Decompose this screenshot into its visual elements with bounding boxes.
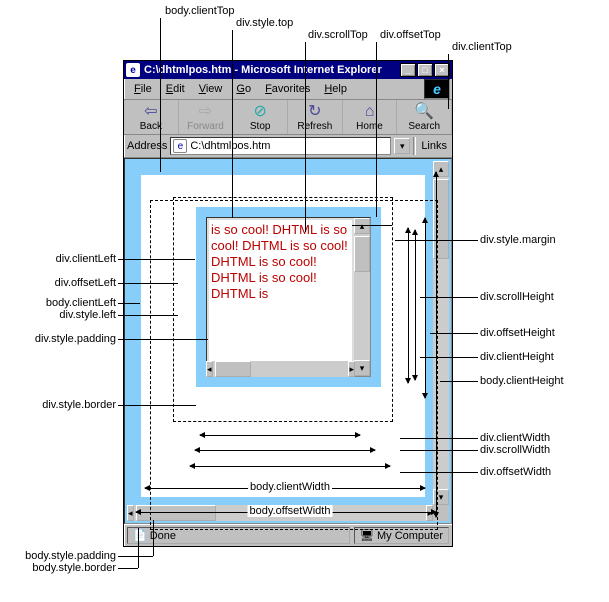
label-body-style-padding: body.style.padding [0, 550, 116, 562]
label-div-offsetWidth: div.offsetWidth [480, 466, 551, 478]
ie-logo-icon: e [424, 79, 450, 99]
label-div-offsetHeight: div.offsetHeight [480, 327, 555, 339]
label-div-style-margin: div.style.margin [480, 234, 556, 246]
dim-div-clientWidth [200, 435, 360, 436]
page-icon: e [173, 139, 187, 153]
status-done: 📄 Done [127, 527, 350, 544]
dim-div-scrollHeight [415, 230, 416, 380]
label-div-style-left: div.style.left [31, 309, 116, 321]
menu-view[interactable]: View [193, 82, 229, 96]
computer-icon: 🖥 [360, 529, 374, 542]
divider [413, 137, 416, 155]
scroll-right-icon[interactable]: ▸ [348, 361, 355, 377]
div-client-box: is so cool! DHTML is so cool! DHTML is s… [206, 217, 371, 377]
status-zone: 🖥 My Computer [354, 527, 449, 544]
menu-go[interactable]: Go [230, 82, 257, 96]
label-div-clientWidth: div.clientWidth [480, 432, 550, 444]
address-value: C:\dhtmlpos.htm [190, 140, 270, 152]
menu-help[interactable]: Help [318, 82, 353, 96]
dim-body-clientHeight [436, 172, 437, 517]
toolbar: ⇦Back ⇨Forward ⊘Stop ↻Refresh ⌂Home 🔍Sea… [124, 100, 452, 135]
dim-div-clientHeight [408, 228, 409, 383]
label-div-scrollTop: div.scrollTop [308, 29, 368, 41]
scroll-thumb[interactable] [354, 236, 370, 272]
menu-file[interactable]: File [128, 82, 158, 96]
label-div-clientLeft: div.clientLeft [31, 253, 116, 265]
label-body-style-border: body.style.border [0, 562, 116, 574]
label-div-offsetLeft: div.offsetLeft [31, 277, 116, 289]
div-content: is so cool! DHTML is so cool! DHTML is s… [209, 220, 352, 374]
address-label: Address [127, 140, 167, 152]
label-div-scrollWidth: div.scrollWidth [480, 444, 550, 456]
home-button[interactable]: ⌂Home [343, 100, 398, 134]
address-dropdown-button[interactable]: ▾ [394, 138, 410, 154]
label-body-clientTop: body.clientTop [165, 5, 235, 17]
label-body-clientHeight: body.clientHeight [480, 375, 564, 387]
refresh-button[interactable]: ↻Refresh [288, 100, 343, 134]
scroll-track-h[interactable] [213, 361, 349, 377]
back-button[interactable]: ⇦Back [124, 100, 179, 134]
body-border-box: is so cool! DHTML is so cool! DHTML is s… [137, 171, 429, 501]
label-div-clientTop: div.clientTop [452, 41, 512, 53]
dim-div-scrollWidth [195, 450, 375, 451]
titlebar[interactable]: e C:\dhtmlpos.htm - Microsoft Internet E… [124, 61, 452, 79]
search-button[interactable]: 🔍Search [397, 100, 452, 134]
links-label[interactable]: Links [419, 140, 449, 152]
document-area: is so cool! DHTML is so cool! DHTML is s… [124, 158, 452, 524]
div-border-box: is so cool! DHTML is so cool! DHTML is s… [196, 207, 381, 387]
ie-icon: e [126, 63, 140, 77]
menu-favorites[interactable]: Favorites [259, 82, 316, 96]
scroll-up-icon[interactable]: ▴ [354, 218, 370, 234]
label-body-clientLeft: body.clientLeft [24, 297, 116, 309]
scroll-thumb-h[interactable] [215, 361, 251, 377]
statusbar: 📄 Done 🖥 My Computer [124, 524, 452, 546]
win-scroll-thumb-h[interactable] [136, 505, 216, 521]
div-vertical-scrollbar[interactable]: ▴ ▾ [354, 218, 370, 376]
label-div-clientHeight: div.clientHeight [480, 351, 554, 363]
label-div-offsetTop: div.offsetTop [380, 29, 441, 41]
done-icon: 📄 [133, 529, 147, 542]
body-padding-box: is so cool! DHTML is so cool! DHTML is s… [141, 175, 425, 497]
maximize-button[interactable]: □ [417, 63, 433, 77]
label-div-style-top: div.style.top [236, 17, 293, 29]
label-div-scrollHeight: div.scrollHeight [480, 291, 554, 303]
menubar: File Edit View Go Favorites Help e [124, 79, 452, 100]
address-bar: Address e C:\dhtmlpos.htm ▾ Links [124, 135, 452, 158]
scroll-down-icon[interactable]: ▾ [354, 360, 370, 376]
label-div-style-padding: div.style.padding [13, 333, 116, 345]
window-title: C:\dhtmlpos.htm - Microsoft Internet Exp… [144, 64, 382, 76]
minimize-button[interactable]: _ [400, 63, 416, 77]
dim-div-offsetWidth [190, 466, 390, 467]
dim-div-offsetHeight [425, 218, 426, 398]
label-body-offsetWidth: body.offsetWidth [248, 505, 333, 517]
address-input[interactable]: e C:\dhtmlpos.htm [170, 137, 391, 155]
browser-window: e C:\dhtmlpos.htm - Microsoft Internet E… [123, 60, 453, 547]
scroll-track[interactable] [354, 234, 370, 360]
div-horizontal-scrollbar[interactable]: ◂ ▸ [206, 361, 355, 377]
stop-button[interactable]: ⊘Stop [233, 100, 288, 134]
menu-edit[interactable]: Edit [160, 82, 191, 96]
label-div-style-border: div.style.border [13, 399, 116, 411]
label-body-clientWidth: body.clientWidth [248, 481, 332, 493]
forward-button[interactable]: ⇨Forward [179, 100, 234, 134]
